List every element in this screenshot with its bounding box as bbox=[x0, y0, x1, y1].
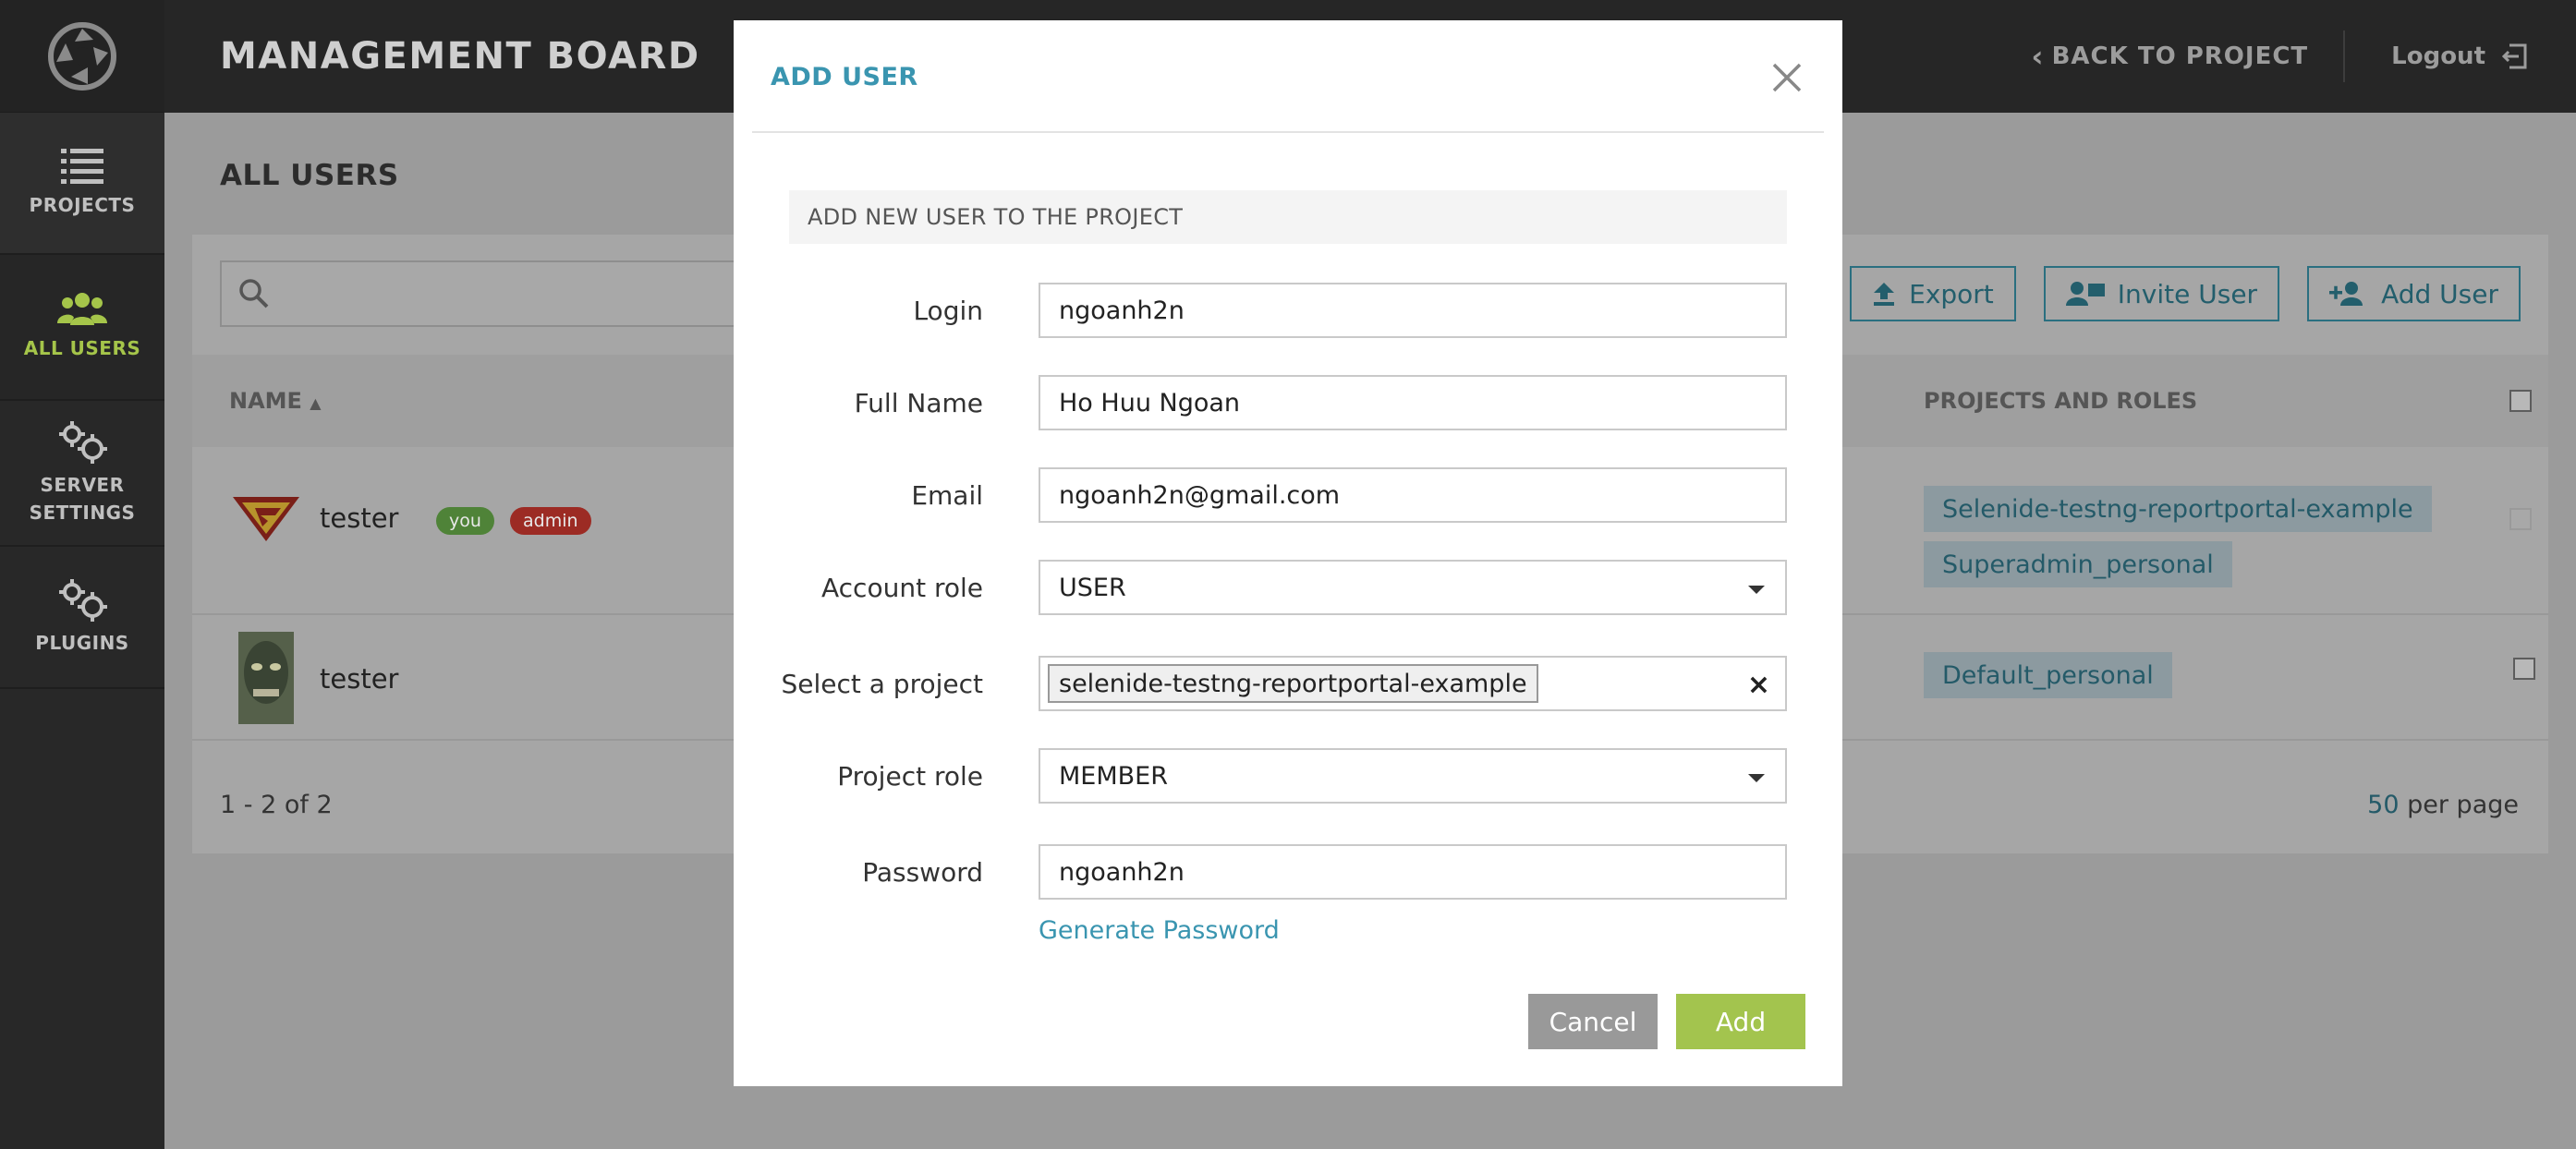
caret-down-icon bbox=[1748, 586, 1765, 594]
sidebar-item-label: PLUGINS bbox=[35, 632, 129, 654]
upload-icon bbox=[1874, 283, 1895, 306]
email-field[interactable] bbox=[1039, 467, 1787, 523]
user-name: tester bbox=[320, 663, 399, 695]
generate-password-link[interactable]: Generate Password bbox=[1039, 916, 1280, 945]
sidebar-item-label: SERVER SETTINGS bbox=[29, 474, 136, 524]
pagination-range: 1 - 2 of 2 bbox=[220, 791, 333, 819]
selected-project-chip[interactable]: selenide-testng-reportportal-example bbox=[1048, 664, 1538, 703]
login-input[interactable] bbox=[1059, 296, 1785, 325]
email-input[interactable] bbox=[1059, 480, 1785, 510]
account-role-label: Account role bbox=[821, 572, 983, 603]
modal-header: ADD USER bbox=[752, 20, 1824, 133]
caret-down-icon bbox=[1748, 774, 1765, 782]
toolbar: Export Invite User Add User bbox=[1850, 266, 2521, 321]
form-row-login: Login bbox=[734, 283, 1842, 338]
project-role-select[interactable]: MEMBER bbox=[1039, 748, 1787, 804]
user-name: tester bbox=[320, 502, 399, 534]
column-header-projects-roles: PROJECTS AND ROLES bbox=[1924, 388, 2198, 414]
invite-user-icon bbox=[2065, 282, 2105, 306]
sidebar-item-plugins[interactable]: PLUGINS bbox=[0, 547, 164, 689]
search-input[interactable] bbox=[220, 260, 793, 327]
add-user-modal: ADD USER ADD NEW USER TO THE PROJECT Log… bbox=[734, 20, 1842, 1086]
invite-user-button[interactable]: Invite User bbox=[2043, 266, 2280, 321]
logout-label: Logout bbox=[2391, 42, 2485, 70]
column-header-name[interactable]: NAME ▲ bbox=[229, 388, 322, 414]
list-icon bbox=[61, 149, 103, 184]
sidebar-item-server-settings[interactable]: SERVER SETTINGS bbox=[0, 401, 164, 547]
project-role-label: Project role bbox=[837, 760, 983, 792]
page-title: ALL USERS bbox=[220, 159, 399, 192]
form-row-password: Password bbox=[734, 844, 1842, 900]
logout-icon bbox=[2501, 43, 2527, 69]
you-badge: you bbox=[436, 507, 494, 535]
sidebar-item-projects[interactable]: PROJECTS bbox=[0, 113, 164, 255]
sidebar: PROJECTS ALL USERS SERVER SETTINGS PLUGI… bbox=[0, 0, 164, 1149]
page-header-title: MANAGEMENT BOARD bbox=[220, 35, 700, 78]
sidebar-item-label: PROJECTS bbox=[29, 194, 136, 216]
login-field[interactable] bbox=[1039, 283, 1787, 338]
clear-icon[interactable]: × bbox=[1747, 669, 1770, 701]
password-label: Password bbox=[862, 856, 983, 888]
gears-icon bbox=[59, 421, 107, 464]
select-project-label: Select a project bbox=[781, 668, 983, 699]
logout-button[interactable]: Logout bbox=[2345, 42, 2576, 70]
account-role-value: USER bbox=[1059, 573, 1126, 602]
add-button[interactable]: Add bbox=[1676, 994, 1805, 1049]
sidebar-item-label: ALL USERS bbox=[23, 337, 141, 359]
modal-subtitle: ADD NEW USER TO THE PROJECT bbox=[789, 190, 1787, 244]
form-row-full-name: Full Name bbox=[734, 375, 1842, 430]
per-page-value[interactable]: 50 bbox=[2367, 791, 2399, 819]
full-name-label: Full Name bbox=[854, 387, 983, 418]
cancel-button[interactable]: Cancel bbox=[1528, 994, 1658, 1049]
sidebar-item-all-users[interactable]: ALL USERS bbox=[0, 255, 164, 401]
login-label: Login bbox=[913, 295, 983, 326]
search-icon bbox=[239, 279, 269, 308]
project-role-tag[interactable]: Selenide-testng-reportportal-example bbox=[1924, 486, 2432, 532]
password-field[interactable] bbox=[1039, 844, 1787, 900]
project-role-tag[interactable]: Default_personal bbox=[1924, 652, 2172, 698]
column-name-label: NAME bbox=[229, 388, 302, 414]
password-input[interactable] bbox=[1059, 857, 1785, 887]
row-checkbox[interactable] bbox=[2509, 508, 2532, 530]
form-row-account-role: Account role USER bbox=[734, 560, 1842, 615]
invite-user-label: Invite User bbox=[2117, 278, 2258, 309]
project-role-tag[interactable]: Superadmin_personal bbox=[1924, 541, 2232, 587]
project-multiselect[interactable]: selenide-testng-reportportal-example × bbox=[1039, 656, 1787, 711]
row-checkbox[interactable] bbox=[2513, 658, 2535, 680]
email-label: Email bbox=[911, 479, 983, 511]
chevron-left-icon: ‹ bbox=[2031, 39, 2045, 74]
add-user-icon bbox=[2329, 282, 2363, 306]
close-icon[interactable] bbox=[1767, 57, 1807, 98]
avatar bbox=[233, 497, 299, 541]
avatar bbox=[238, 632, 294, 724]
per-page-selector[interactable]: 50 per page bbox=[2367, 791, 2519, 819]
full-name-input[interactable] bbox=[1059, 388, 1785, 417]
header-actions: ‹ BACK TO PROJECT Logout bbox=[2031, 0, 2576, 113]
project-role-value: MEMBER bbox=[1059, 761, 1168, 791]
per-page-label: per page bbox=[2407, 791, 2519, 819]
form-row-select-project: Select a project selenide-testng-reportp… bbox=[734, 656, 1842, 711]
form-row-email: Email bbox=[734, 467, 1842, 523]
add-user-button[interactable]: Add User bbox=[2307, 266, 2521, 321]
select-all-checkbox[interactable] bbox=[2509, 390, 2532, 412]
aperture-logo-icon bbox=[48, 21, 116, 91]
back-to-project-link[interactable]: ‹ BACK TO PROJECT bbox=[2031, 39, 2343, 74]
export-button[interactable]: Export bbox=[1850, 266, 2016, 321]
sort-up-icon: ▲ bbox=[310, 394, 322, 412]
form-row-project-role: Project role MEMBER bbox=[734, 748, 1842, 804]
full-name-field[interactable] bbox=[1039, 375, 1787, 430]
users-icon bbox=[57, 293, 107, 325]
account-role-select[interactable]: USER bbox=[1039, 560, 1787, 615]
modal-title: ADD USER bbox=[771, 63, 918, 91]
add-user-label: Add User bbox=[2381, 278, 2498, 309]
gears-icon bbox=[59, 579, 107, 622]
admin-badge: admin bbox=[510, 507, 591, 535]
export-label: Export bbox=[1909, 278, 1994, 309]
back-to-project-label: BACK TO PROJECT bbox=[2051, 42, 2309, 70]
app-logo[interactable] bbox=[0, 0, 164, 113]
